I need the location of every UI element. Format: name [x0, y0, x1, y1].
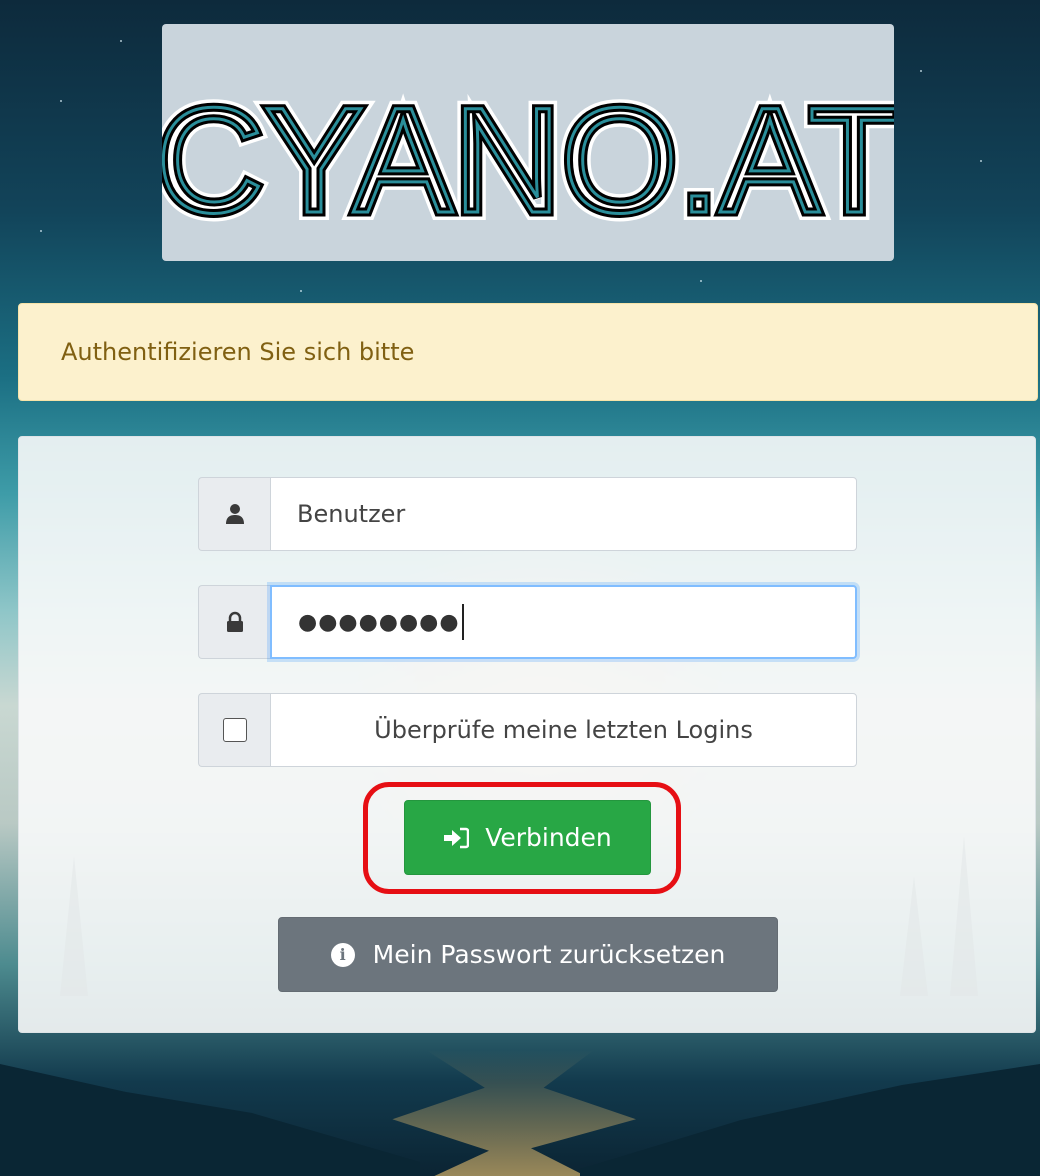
- sign-in-icon: [444, 827, 470, 848]
- star: [120, 40, 122, 42]
- connect-label: Verbinden: [485, 823, 612, 852]
- info-icon: i: [330, 942, 355, 967]
- hill-left: [0, 1064, 420, 1176]
- reset-password-button[interactable]: i Mein Passwort zurücksetzen: [278, 917, 778, 992]
- star: [700, 280, 702, 282]
- text-caret: [461, 604, 464, 640]
- logo-text-cyan: CYANO.AT: [162, 76, 894, 244]
- password-addon: [198, 585, 270, 659]
- star: [920, 70, 922, 72]
- check-logins-group: Überprüfe meine letzten Logins: [198, 693, 857, 767]
- user-icon: [225, 504, 244, 524]
- check-logins-label: Überprüfe meine letzten Logins: [374, 716, 753, 744]
- connect-button[interactable]: Verbinden: [404, 800, 651, 875]
- star: [40, 230, 42, 232]
- lock-icon: [226, 611, 243, 632]
- alert-message: Authentifizieren Sie sich bitte: [61, 338, 415, 366]
- password-group: ●●●●●●●●: [198, 585, 857, 659]
- star: [300, 290, 302, 292]
- logo-box: CYANO.AT CYANO.AT CYANO.AT: [162, 24, 894, 261]
- password-value: ●●●●●●●●: [298, 609, 460, 635]
- username-addon: [198, 477, 270, 551]
- star: [980, 160, 982, 162]
- logo: CYANO.AT CYANO.AT CYANO.AT: [162, 68, 894, 252]
- username-field[interactable]: Benutzer: [270, 477, 857, 551]
- password-field[interactable]: ●●●●●●●●: [270, 585, 857, 659]
- check-logins-checkbox[interactable]: [222, 718, 247, 742]
- check-logins-label-box: Überprüfe meine letzten Logins: [270, 693, 857, 767]
- auth-alert: Authentifizieren Sie sich bitte: [18, 303, 1038, 401]
- username-group: Benutzer: [198, 477, 857, 551]
- reset-label: Mein Passwort zurücksetzen: [372, 940, 726, 969]
- star: [60, 100, 62, 102]
- username-value: Benutzer: [297, 500, 406, 528]
- hill-right: [580, 1064, 1040, 1176]
- checkbox-addon: [198, 693, 270, 767]
